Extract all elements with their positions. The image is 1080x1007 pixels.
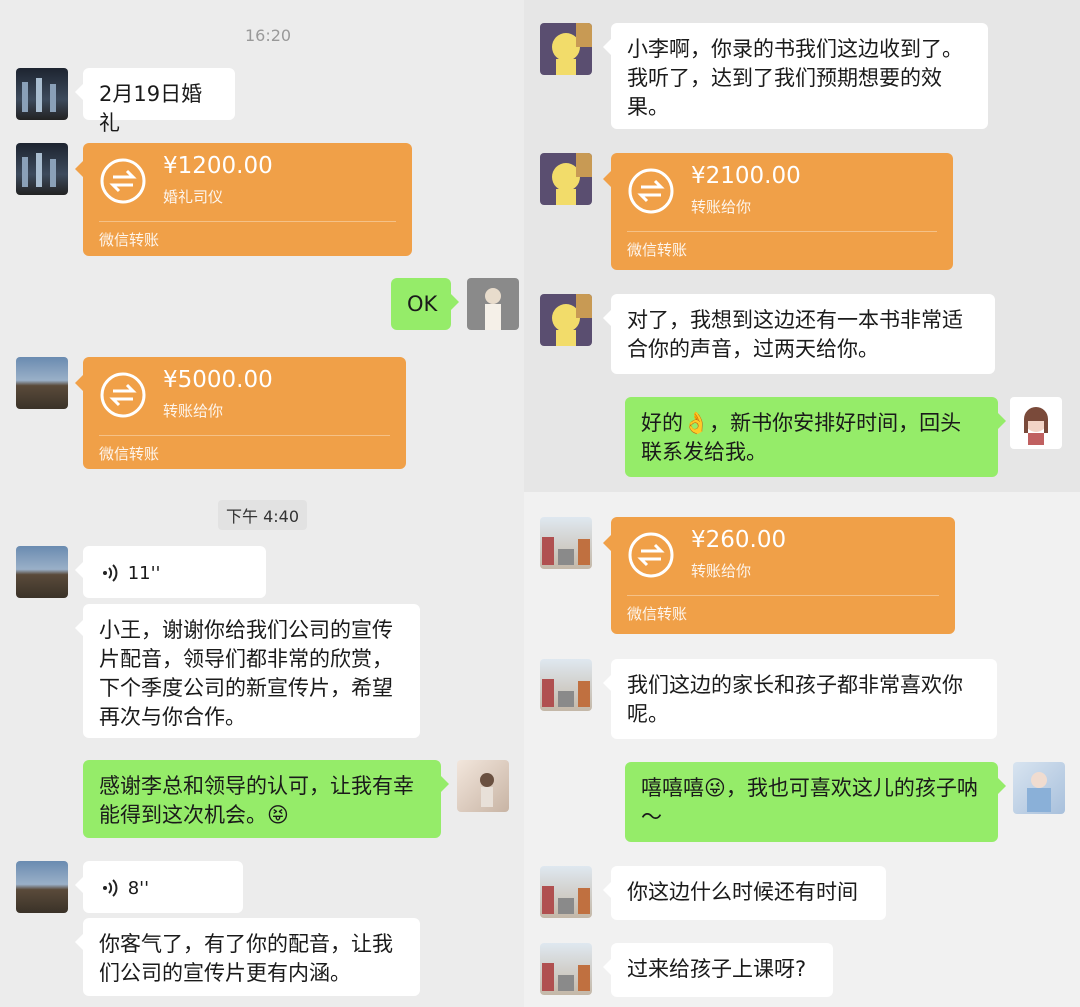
reply-bubble[interactable]: 感谢李总和领导的认可，让我有幸能得到这次机会。😝 bbox=[83, 760, 449, 838]
avatar[interactable] bbox=[540, 517, 592, 569]
transfer-icon bbox=[100, 372, 146, 418]
avatar[interactable] bbox=[16, 143, 68, 195]
transfer-card[interactable]: ¥5000.00 转账给你 微信转账 bbox=[75, 357, 406, 469]
avatar[interactable] bbox=[16, 546, 68, 598]
timestamp: 16:20 bbox=[245, 26, 292, 45]
transfer-amount: ¥2100.00 bbox=[691, 163, 801, 189]
transfer-note: 转账给你 bbox=[163, 402, 224, 420]
avatar[interactable] bbox=[16, 357, 68, 409]
voice-message[interactable]: 11'' bbox=[75, 546, 266, 598]
voice-message[interactable]: 8'' bbox=[75, 861, 243, 913]
chat-panel-audiobook: 小李啊，你录的书我们这边收到了。我听了，达到了我们预期想要的效果。 ¥2100.… bbox=[524, 0, 1080, 492]
voice-icon bbox=[103, 564, 118, 582]
divider bbox=[99, 435, 390, 436]
avatar[interactable] bbox=[540, 866, 592, 918]
chat-panel-class: ¥260.00 转账给你 微信转账 我们这边的家长和孩子都非常喜欢你呢。 嘻嘻嘻… bbox=[524, 492, 1080, 1007]
transfer-note: 转账给你 bbox=[691, 562, 752, 580]
message-bubble[interactable]: 你这边什么时候还有时间 bbox=[603, 866, 886, 920]
transfer-note: 转账给你 bbox=[691, 198, 752, 216]
avatar[interactable] bbox=[540, 659, 592, 711]
avatar[interactable] bbox=[540, 943, 592, 995]
message-bubble[interactable]: 过来给孩子上课呀? bbox=[603, 943, 833, 997]
transfer-footer: 微信转账 bbox=[99, 231, 160, 249]
reply-bubble[interactable]: OK bbox=[391, 278, 459, 330]
divider bbox=[99, 221, 396, 222]
message-bubble[interactable]: 对了，我想到这边还有一本书非常适合你的声音，过两天给你。 bbox=[603, 294, 995, 374]
voice-icon bbox=[103, 879, 118, 897]
transfer-card[interactable]: ¥1200.00 婚礼司仪 微信转账 bbox=[75, 143, 412, 256]
divider bbox=[627, 595, 939, 596]
chat-panel-promo: ¥5000.00 转账给你 微信转账 下午 4:40 11'' 小王，谢谢你给我… bbox=[0, 340, 524, 1007]
transfer-card[interactable]: ¥2100.00 转账给你 微信转账 bbox=[603, 153, 953, 270]
transfer-icon bbox=[628, 168, 674, 214]
message-bubble[interactable]: 你客气了，有了你的配音，让我们公司的宣传片更有内涵。 bbox=[75, 918, 420, 996]
transfer-card[interactable]: ¥260.00 转账给你 微信转账 bbox=[603, 517, 955, 634]
avatar[interactable] bbox=[540, 294, 592, 346]
avatar[interactable] bbox=[540, 153, 592, 205]
reply-bubble[interactable]: 好的👌，新书你安排好时间，回头联系发给我。 bbox=[625, 397, 1006, 477]
transfer-icon bbox=[628, 532, 674, 578]
message-bubble[interactable]: 我们这边的家长和孩子都非常喜欢你呢。 bbox=[603, 659, 997, 739]
transfer-note: 婚礼司仪 bbox=[163, 188, 224, 206]
time-label: 下午 4:40 bbox=[218, 500, 308, 530]
transfer-amount: ¥1200.00 bbox=[163, 153, 273, 179]
message-bubble[interactable]: 2月19日婚礼 bbox=[75, 68, 235, 135]
avatar[interactable] bbox=[16, 861, 68, 913]
transfer-footer: 微信转账 bbox=[627, 605, 688, 623]
transfer-amount: ¥5000.00 bbox=[163, 367, 273, 393]
message-bubble[interactable]: 小李啊，你录的书我们这边收到了。我听了，达到了我们预期想要的效果。 bbox=[603, 23, 988, 129]
message-bubble[interactable]: 小王，谢谢你给我们公司的宣传片配音，领导们都非常的欣赏，下个季度公司的新宣传片，… bbox=[75, 604, 420, 738]
transfer-amount: ¥260.00 bbox=[691, 527, 787, 553]
voice-duration: 11'' bbox=[127, 563, 161, 584]
transfer-icon bbox=[100, 158, 146, 204]
transfer-footer: 微信转账 bbox=[99, 445, 160, 463]
chat-panel-wedding: 16:20 2月19日婚礼 ¥1200.00 婚礼司仪 微信转账 OK bbox=[0, 0, 524, 340]
reply-bubble[interactable]: 嘻嘻嘻😜，我也可喜欢这儿的孩子呐～ bbox=[625, 762, 1006, 842]
avatar[interactable] bbox=[467, 278, 519, 330]
avatar[interactable] bbox=[1010, 397, 1062, 449]
avatar[interactable] bbox=[1013, 762, 1065, 814]
divider bbox=[627, 231, 937, 232]
transfer-footer: 微信转账 bbox=[627, 241, 688, 259]
avatar[interactable] bbox=[16, 68, 68, 120]
avatar[interactable] bbox=[540, 23, 592, 75]
voice-duration: 8'' bbox=[127, 878, 150, 899]
avatar[interactable] bbox=[457, 760, 509, 812]
